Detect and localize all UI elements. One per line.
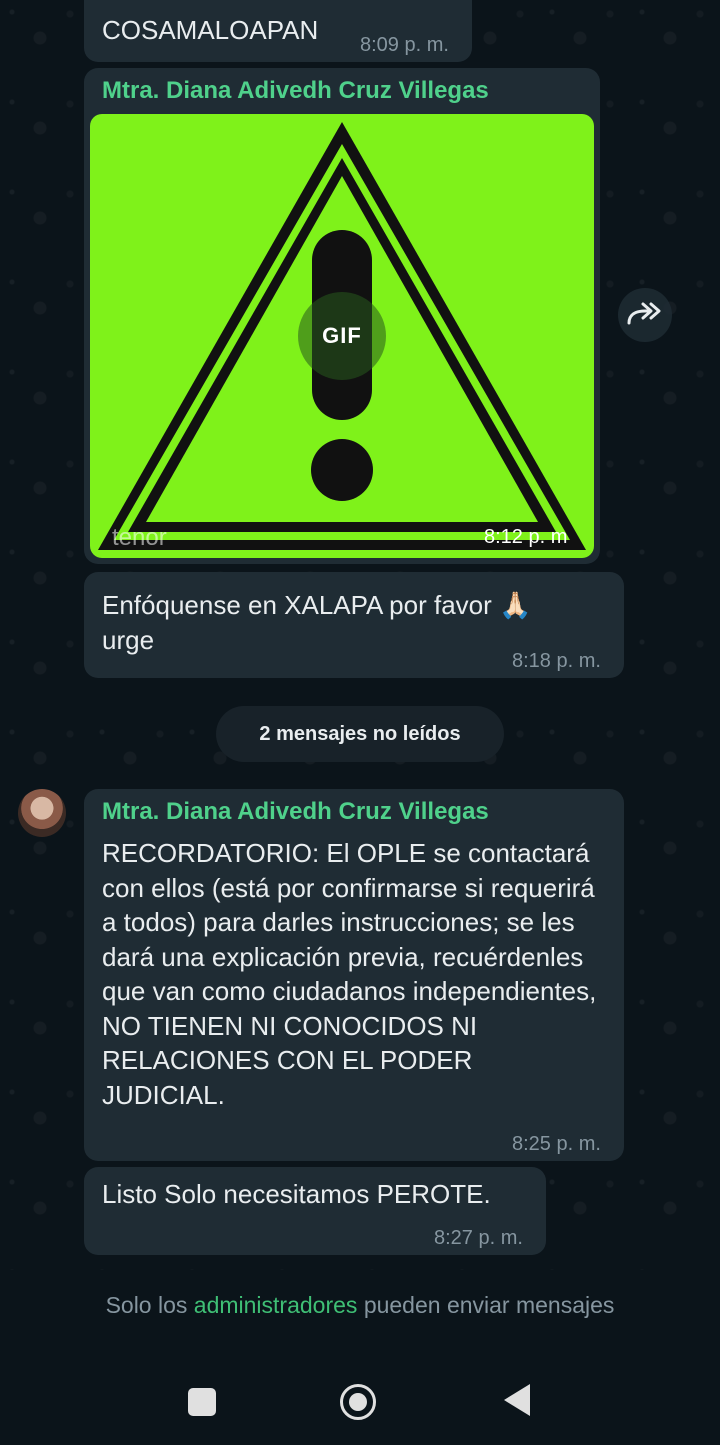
system-navigation-bar — [0, 1340, 720, 1445]
message-bubble[interactable]: Mtra. Diana Adivedh Cruz Villegas RECORD… — [84, 789, 624, 1161]
unread-messages-divider: 2 mensajes no leídos — [216, 706, 504, 762]
admin-only-notice: Solo los administradores pueden enviar m… — [0, 1270, 720, 1340]
message-text: RECORDATORIO: El OPLE se contactará con … — [102, 838, 597, 1110]
message-bubble[interactable]: Listo Solo necesitamos PEROTE. 8:27 p. m… — [84, 1167, 546, 1255]
back-icon[interactable] — [504, 1384, 530, 1416]
administrators-link[interactable]: administradores — [194, 1292, 358, 1319]
gif-message-bubble[interactable]: Mtra. Diana Adivedh Cruz Villegas GIF te… — [84, 68, 600, 564]
forward-button[interactable] — [618, 288, 672, 342]
message-bubble[interactable]: COSAMALOAPAN 8:09 p. m. — [84, 0, 472, 62]
footer-prefix: Solo los — [105, 1291, 188, 1318]
tenor-watermark: tenor — [112, 524, 167, 551]
avatar[interactable] — [18, 789, 66, 837]
footer-suffix: pueden enviar mensajes — [363, 1291, 615, 1318]
message-bubble[interactable]: Enfóquense en XALAPA por favor 🙏🏻 urge 8… — [84, 572, 624, 678]
message-text: COSAMALOAPAN — [102, 15, 319, 45]
message-text: Listo Solo necesitamos PEROTE. — [102, 1179, 491, 1209]
message-time: 8:27 p. m. — [434, 1227, 523, 1249]
chat-area[interactable]: COSAMALOAPAN 8:09 p. m. Mtra. Diana Adiv… — [0, 0, 720, 1270]
message-time: 8:09 p. m. — [360, 34, 449, 56]
forward-icon — [627, 302, 661, 325]
gif-play-badge[interactable]: GIF — [298, 292, 386, 380]
message-time: 8:25 p. m. — [512, 1133, 601, 1155]
sender-name[interactable]: Mtra. Diana Adivedh Cruz Villegas — [102, 77, 489, 105]
home-icon[interactable] — [340, 1384, 376, 1420]
gif-image[interactable]: GIF tenor 8:12 p. m — [90, 114, 594, 558]
message-time: 8:12 p. m — [484, 526, 568, 548]
sender-name[interactable]: Mtra. Diana Adivedh Cruz Villegas — [102, 798, 489, 826]
recents-icon[interactable] — [188, 1388, 216, 1416]
message-time: 8:18 p. m. — [512, 650, 601, 672]
message-text: Enfóquense en XALAPA por favor 🙏🏻 urge — [102, 590, 532, 655]
